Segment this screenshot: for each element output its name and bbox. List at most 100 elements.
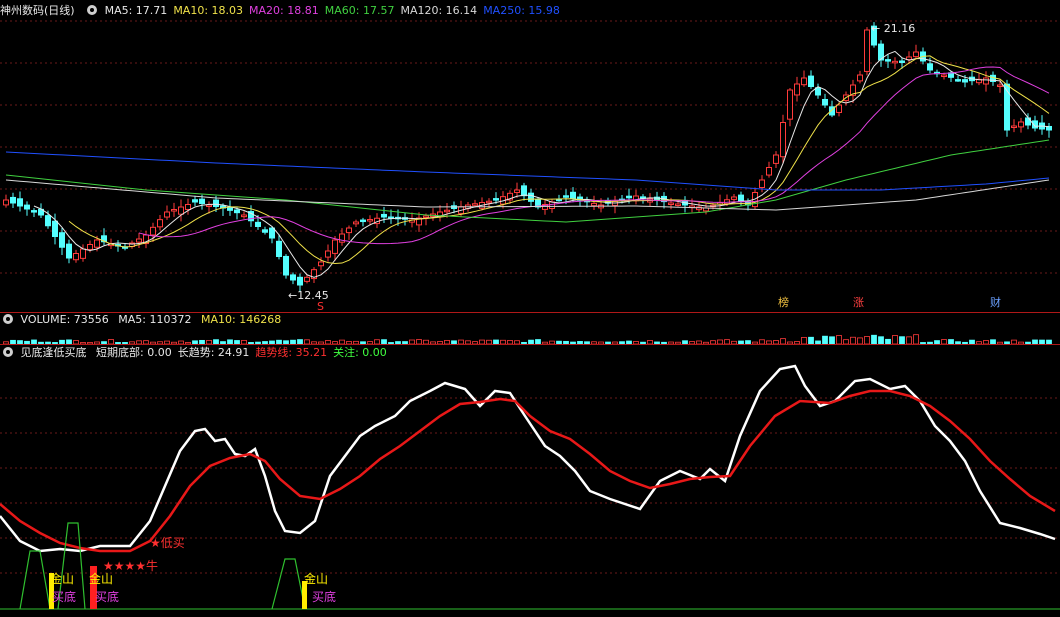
candle-body [227, 207, 233, 211]
event-marker: 涨 [853, 296, 864, 309]
candle-body [31, 210, 37, 213]
candle-body [570, 191, 576, 200]
period-label[interactable]: (日线) [44, 4, 75, 17]
candle-body [367, 219, 373, 222]
candle-body [899, 60, 905, 63]
volume-ma10: MA10: 146268 [200, 313, 282, 326]
candle-body [794, 83, 800, 96]
candle-body [276, 240, 282, 257]
candle-body [738, 194, 744, 202]
jinshan-label: 金山 [89, 571, 113, 586]
candle-body [290, 274, 296, 281]
ma-legend-item: MA120: 16.14 [400, 4, 478, 17]
high-price-label: ← 21.16 [871, 22, 915, 35]
indicator-name[interactable]: 见底逢低买底 [21, 346, 87, 359]
volume-bar [913, 334, 919, 345]
candle-body [857, 74, 863, 82]
candle-body [353, 221, 359, 225]
candle-body [150, 226, 156, 236]
volume-bar [850, 336, 856, 345]
volume-bar [808, 336, 814, 345]
indicator-panel-header: 见底逢低买底 短期底部: 0.00 长趋势: 24.91 趋势线: 35.21 关注:… [0, 345, 399, 361]
volume-ma5: MA5: 110372 [118, 313, 192, 326]
candle-body [591, 202, 597, 207]
price-panel-header: 神州数码(日线) MA5: 17.71 MA10: 18.03 MA20: 18.8… [0, 3, 572, 19]
candle-body [17, 198, 23, 207]
candle-body [801, 77, 807, 86]
price-chart[interactable]: ← 21.16←12.45S 榜涨财 [0, 0, 1060, 312]
gear-icon[interactable] [3, 347, 13, 357]
ma-legend: MA5: 17.71 MA10: 18.03 MA20: 18.81 MA60: 17… [105, 4, 566, 17]
candle-body [822, 98, 828, 106]
candle-body [164, 211, 170, 218]
candle-body [808, 75, 814, 88]
candle-body [955, 79, 961, 82]
volume-bar [906, 336, 912, 345]
candle-body [10, 196, 16, 204]
indicator-legend-item: 关注: 0.00 [333, 346, 387, 359]
candle-body [332, 239, 338, 254]
buy-bottom-label: 买底 [95, 589, 119, 604]
candle-body [171, 209, 177, 212]
candle-body [997, 84, 1003, 87]
candle-body [1011, 125, 1017, 128]
candle-body [325, 250, 331, 258]
candle-body [87, 244, 93, 250]
candle-body [731, 196, 737, 200]
indicator-legend-item: 短期底部: 0.00 [96, 346, 172, 359]
candle-body [444, 209, 450, 213]
candle-body [962, 79, 968, 83]
candle-body [304, 276, 310, 282]
gear-icon[interactable] [87, 5, 98, 15]
candle-body [206, 204, 212, 207]
candle-body [472, 203, 478, 206]
candle-body [178, 206, 184, 215]
stock-name[interactable]: 神州数码 [0, 4, 44, 17]
trend-line [0, 389, 1056, 553]
star-signal-label: ★★★★牛 [103, 558, 158, 573]
candle-body [24, 204, 30, 210]
candle-body [885, 59, 891, 62]
candle-body [66, 243, 72, 259]
ma-line [138, 66, 1050, 245]
volume-bar [822, 335, 828, 345]
candle-body [983, 77, 989, 85]
ma-legend-item: MA10: 18.03 [173, 4, 244, 17]
ma-legend-item: MA5: 17.71 [104, 4, 168, 17]
candle-body [563, 195, 569, 198]
ma-line [33, 50, 1050, 278]
volume-value: VOLUME: 73556 [20, 313, 109, 326]
candle-body [269, 227, 275, 239]
focus-signal [271, 558, 306, 610]
candle-body [493, 198, 499, 201]
candle-body [318, 261, 324, 267]
candle-body [3, 199, 9, 206]
candle-body [549, 201, 555, 210]
volume-bar [871, 334, 877, 345]
candle-body [787, 89, 793, 120]
ma-legend-item: MA60: 17.57 [324, 4, 395, 17]
candle-body [94, 239, 100, 248]
candle-body [199, 198, 205, 205]
candle-body [941, 74, 947, 77]
candle-body [514, 189, 520, 194]
jinshan-label: 金山 [304, 571, 328, 586]
volume-bar [878, 336, 884, 345]
focus-signal [19, 550, 51, 610]
candle-body [45, 215, 51, 227]
event-marker: S [317, 300, 324, 312]
candle-body [192, 199, 198, 203]
candle-body [255, 221, 261, 228]
candle-body [927, 63, 933, 71]
candle-body [157, 219, 163, 228]
indicator-chart[interactable]: 金山买底金山买底金山买底★★★★牛★低买 [0, 361, 1060, 617]
candle-body [423, 215, 429, 218]
candle-body [913, 51, 919, 58]
volume-bar [836, 335, 842, 345]
candle-body [528, 192, 534, 202]
candle-body [262, 229, 268, 233]
indicator-legend-item: 长趋势: 24.91 [177, 346, 250, 359]
event-marker: 财 [990, 295, 1001, 309]
buy-bottom-label: 买底 [312, 589, 336, 604]
gear-icon[interactable] [3, 314, 13, 324]
